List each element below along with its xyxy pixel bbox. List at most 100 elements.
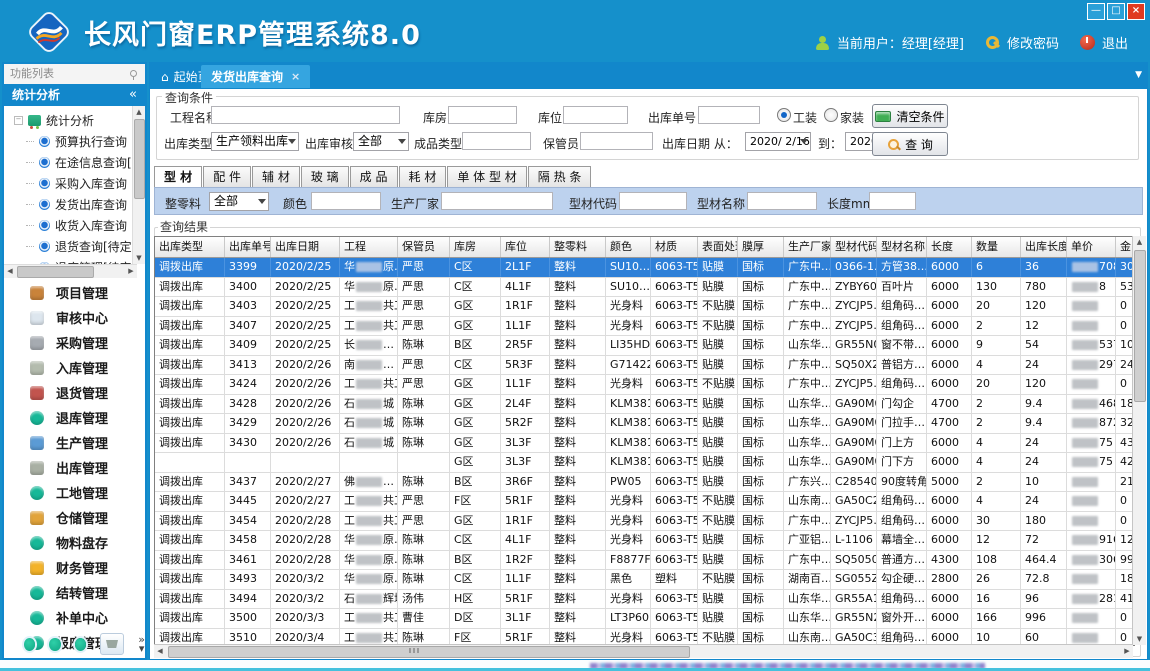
search-button[interactable]: 查 询 [872,132,948,156]
clear-conditions-button[interactable]: 清空条件 [872,104,948,128]
color-input[interactable] [311,192,381,210]
tree-item[interactable]: 预算执行查询 [4,131,145,152]
material-tab-4[interactable]: 玻 璃 [301,166,349,187]
location-input[interactable] [563,106,628,124]
column-header[interactable]: 整零料 [550,237,606,257]
out-audit-select[interactable]: 全部 [353,132,409,151]
group-dot-icon[interactable] [24,638,35,651]
material-tab-5[interactable]: 成 品 [350,166,398,187]
column-header[interactable]: 库位 [501,237,550,257]
column-header[interactable]: 颜色 [606,237,651,257]
tab-close-icon[interactable]: × [291,70,300,83]
group-dot-icon[interactable] [75,638,86,651]
column-header[interactable]: 膜厚 [738,237,784,257]
table-row[interactable]: 调拨出库34242020/2/26工共工程严思G区1L1F整料光身料6063-T… [155,375,1134,395]
grid-horizontal-scrollbar[interactable]: ◀ ▶ [154,644,1133,658]
sidebar-item-退库管理[interactable]: 退库管理 [4,405,145,430]
scroll-thumb[interactable] [17,266,94,278]
column-header[interactable]: 生产厂家 [784,237,831,257]
scroll-thumb[interactable] [134,119,145,199]
material-tab-6[interactable]: 耗 材 [399,166,447,187]
minimize-button[interactable]: — [1087,3,1105,20]
length-input[interactable] [869,192,916,210]
sidebar-item-退货管理[interactable]: 退货管理 [4,380,145,405]
tree-item[interactable]: 退货查询[待定] [4,236,145,257]
sidebar-item-采购管理[interactable]: 采购管理 [4,330,145,355]
column-header[interactable]: 出库长度 [1021,237,1067,257]
sidebar-item-补单中心[interactable]: 补单中心 [4,605,145,630]
warehouse-input[interactable] [448,106,517,124]
tree-vertical-scrollbar[interactable]: ▲ ▼ [132,106,145,264]
column-header[interactable]: 型材名称 [877,237,927,257]
product-type-input[interactable] [462,132,531,150]
column-header[interactable]: 出库单号 [225,237,271,257]
table-row[interactable]: 调拨出库33992020/2/25华原…严思C区2L1F整料SU10…6063-… [155,258,1134,278]
profile-code-input[interactable] [619,192,687,210]
table-row[interactable]: 调拨出库34932020/3/2华原…陈琳C区1L1F整料黑色塑料不贴膜国标湖南… [155,570,1134,590]
logout-link[interactable]: 退出 [1102,33,1128,52]
material-tab-3[interactable]: 辅 材 [252,166,300,187]
table-row[interactable]: 调拨出库34612020/2/28华原…陈琳B区1R2F整料F8877FT606… [155,551,1134,571]
group-dot-icon[interactable] [49,638,60,651]
material-tab-7[interactable]: 单 体 型 材 [447,166,526,187]
table-row[interactable]: 调拨出库34942020/3/2石辉城汤伟H区5R1F整料光身料6063-T5贴… [155,590,1134,610]
tree-expander-icon[interactable]: − [14,116,23,125]
sidebar-item-审核中心[interactable]: 审核中心 [4,305,145,330]
table-row[interactable]: 调拨出库35002020/3/3工共工程曹佳D区3L1F整料LT3P606063… [155,609,1134,629]
scroll-up-icon[interactable]: ▲ [1133,236,1146,248]
material-tab-8[interactable]: 隔 热 条 [528,166,592,187]
tree-item[interactable]: 收货入库查询 [4,215,145,236]
maximize-button[interactable]: □ [1107,3,1125,20]
profile-name-input[interactable] [747,192,817,210]
tab-shipment-query[interactable]: 发货出库查询 × [201,65,310,88]
scroll-left-icon[interactable]: ◀ [4,265,16,278]
table-row[interactable]: 调拨出库34092020/2/25长…陈琳B区2R5F整料LI35HD6063-… [155,336,1134,356]
column-header[interactable]: 单价 [1067,237,1116,257]
tab-list-dropdown-icon[interactable]: ▼ [1135,70,1142,80]
table-row[interactable]: 调拨出库34002020/2/25华原…严思C区4L1F整料SU10…6063-… [155,278,1134,298]
table-row[interactable]: G区3L3F整料KLM38176063-T5贴膜国标山东华…GA90M09…门下… [155,453,1134,473]
column-header[interactable]: 型材代码 [831,237,877,257]
table-row[interactable]: 调拨出库34292020/2/26石城陈琳G区5R2F整料KLM38176063… [155,414,1134,434]
sidebar-item-仓储管理[interactable]: 仓储管理 [4,505,145,530]
scroll-up-icon[interactable]: ▲ [133,106,145,118]
column-header[interactable]: 长度 [927,237,972,257]
close-button[interactable]: × [1127,3,1145,20]
tree-item[interactable]: 采购入库查询 [4,173,145,194]
sidebar-item-入库管理[interactable]: 入库管理 [4,355,145,380]
table-row[interactable]: 调拨出库34542020/2/28工共工程严思G区1R1F整料光身料6063-T… [155,512,1134,532]
table-row[interactable]: 调拨出库34032020/2/25工共工程严思G区1R1F整料光身料6063-T… [155,297,1134,317]
scroll-thumb[interactable] [168,646,690,658]
scroll-down-icon[interactable]: ▼ [1133,633,1146,645]
sidebar-item-出库管理[interactable]: 出库管理 [4,455,145,480]
sidebar-item-工地管理[interactable]: 工地管理 [4,480,145,505]
table-row[interactable]: 调拨出库34132020/2/26南…严思C区5R3F整料G714226063-… [155,356,1134,376]
table-row[interactable]: 调拨出库34282020/2/26石城陈琳G区2L4F整料KLM38176063… [155,395,1134,415]
tree-root[interactable]: − 统计分析 [4,106,145,131]
sidebar-item-项目管理[interactable]: 项目管理 [4,280,145,305]
gongzhuang-radio[interactable] [777,108,791,122]
column-header[interactable]: 表面处理 [698,237,738,257]
sidebar-item-生产管理[interactable]: 生产管理 [4,430,145,455]
tree-item[interactable]: 在途信息查询[待 [4,152,145,173]
material-tab-2[interactable]: 配 件 [203,166,251,187]
sidebar-item-财务管理[interactable]: 财务管理 [4,555,145,580]
column-header[interactable]: 材质 [651,237,698,257]
material-tab-1[interactable]: 型 材 [154,166,202,188]
change-password-link[interactable]: 修改密码 [1007,33,1059,52]
more-groups-button[interactable]: »▾ [138,635,145,653]
column-header[interactable]: 数量 [972,237,1021,257]
tree-horizontal-scrollbar[interactable]: ◀ ▶ [4,264,137,278]
table-row[interactable]: 调拨出库34072020/2/25工共工程严思G区1L1F整料光身料6063-T… [155,317,1134,337]
column-header[interactable]: 出库类型 [155,237,225,257]
sidebar-item-结转管理[interactable]: 结转管理 [4,580,145,605]
jiazhuang-radio[interactable] [824,108,838,122]
table-row[interactable]: 调拨出库34302020/2/26石城陈琳G区3L3F整料KLM38176063… [155,434,1134,454]
table-row[interactable]: 调拨出库34452020/2/27工共工程严思F区5R1F整料光身料6063-T… [155,492,1134,512]
scroll-left-icon[interactable]: ◀ [154,645,166,658]
manufacturer-input[interactable] [441,192,553,210]
table-row[interactable]: 调拨出库34372020/2/27佛…陈琳B区3R6F整料PW056063-T5… [155,473,1134,493]
column-header[interactable]: 保管员 [398,237,450,257]
column-header[interactable]: 工程 [340,237,398,257]
scroll-down-icon[interactable]: ▼ [133,252,145,264]
